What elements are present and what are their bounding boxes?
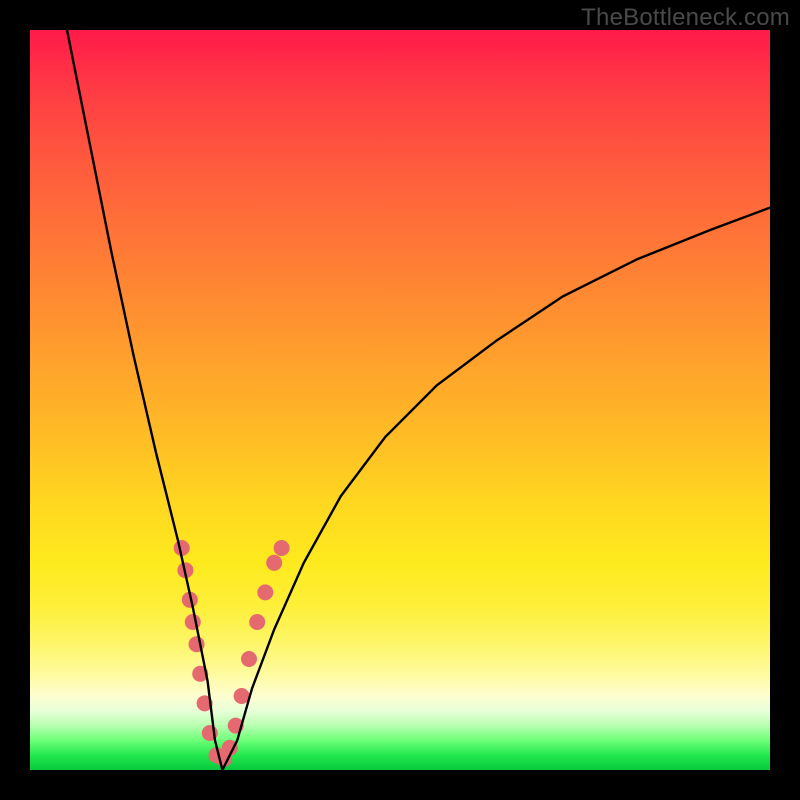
- bottleneck-curve: [67, 30, 770, 770]
- data-point-dot: [185, 614, 201, 630]
- data-point-dot: [249, 614, 265, 630]
- chart-svg: [30, 30, 770, 770]
- chart-frame: TheBottleneck.com: [0, 0, 800, 800]
- data-point-dot: [274, 540, 290, 556]
- plot-area: [30, 30, 770, 770]
- data-point-dot: [257, 584, 273, 600]
- watermark-text: TheBottleneck.com: [581, 4, 790, 32]
- dots-layer: [174, 540, 290, 767]
- data-point-dot: [266, 555, 282, 571]
- data-point-dot: [241, 651, 257, 667]
